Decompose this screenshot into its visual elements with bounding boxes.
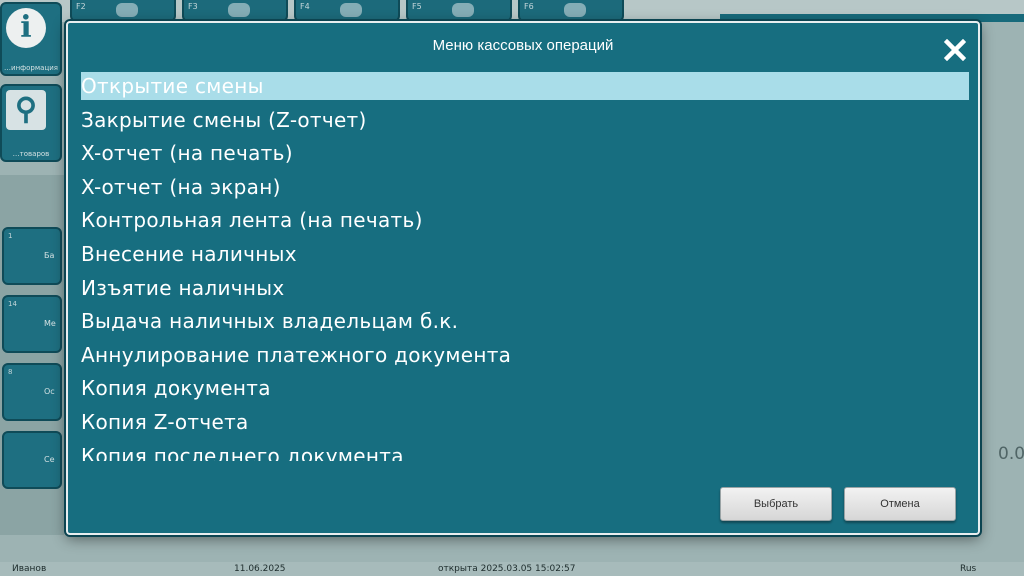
list-item-label: Копия последнего документа xyxy=(81,443,404,461)
list-item[interactable]: Изъятие наличных xyxy=(79,274,969,308)
cancel-button[interactable]: Отмена xyxy=(844,487,956,521)
list-item[interactable]: Открытие смены xyxy=(79,72,969,106)
list-item[interactable]: X-отчет (на печать) xyxy=(79,139,969,173)
list-item[interactable]: Копия Z-отчета xyxy=(79,408,969,442)
dialog-title: Меню кассовых операций xyxy=(432,37,614,54)
list-item[interactable]: Выдача наличных владельцам б.к. xyxy=(79,307,969,341)
operations-list[interactable]: Открытие смены Закрытие смены (Z-отчет) … xyxy=(79,72,969,461)
list-item[interactable]: Аннулирование платежного документа xyxy=(79,341,969,375)
list-item[interactable]: Копия последнего документа xyxy=(79,442,969,461)
list-item-label: X-отчет (на печать) xyxy=(81,141,293,166)
list-item-label: Аннулирование платежного документа xyxy=(81,342,512,367)
list-item[interactable]: Контрольная лента (на печать) xyxy=(79,206,969,240)
cash-operations-dialog: Меню кассовых операций Открытие смены За… xyxy=(66,21,980,535)
list-item[interactable]: Копия документа xyxy=(79,374,969,408)
list-item-label: Копия Z-отчета xyxy=(81,409,249,434)
close-button[interactable] xyxy=(944,39,966,61)
list-item-label: Копия документа xyxy=(81,376,271,401)
list-item[interactable]: Внесение наличных xyxy=(79,240,969,274)
list-item-label: Выдача наличных владельцам б.к. xyxy=(81,309,459,334)
list-item-label: Контрольная лента (на печать) xyxy=(81,208,423,233)
list-item[interactable]: X-отчет (на экран) xyxy=(79,173,969,207)
select-button[interactable]: Выбрать xyxy=(720,487,832,521)
close-x-icon xyxy=(944,39,966,61)
list-item-label: Изъятие наличных xyxy=(81,275,285,300)
list-item-label: X-отчет (на экран) xyxy=(81,174,281,199)
list-item-label: Открытие смены xyxy=(81,72,969,100)
list-item[interactable]: Закрытие смены (Z-отчет) xyxy=(79,106,969,140)
list-item-label: Внесение наличных xyxy=(81,241,297,266)
list-item-label: Закрытие смены (Z-отчет) xyxy=(81,107,367,132)
